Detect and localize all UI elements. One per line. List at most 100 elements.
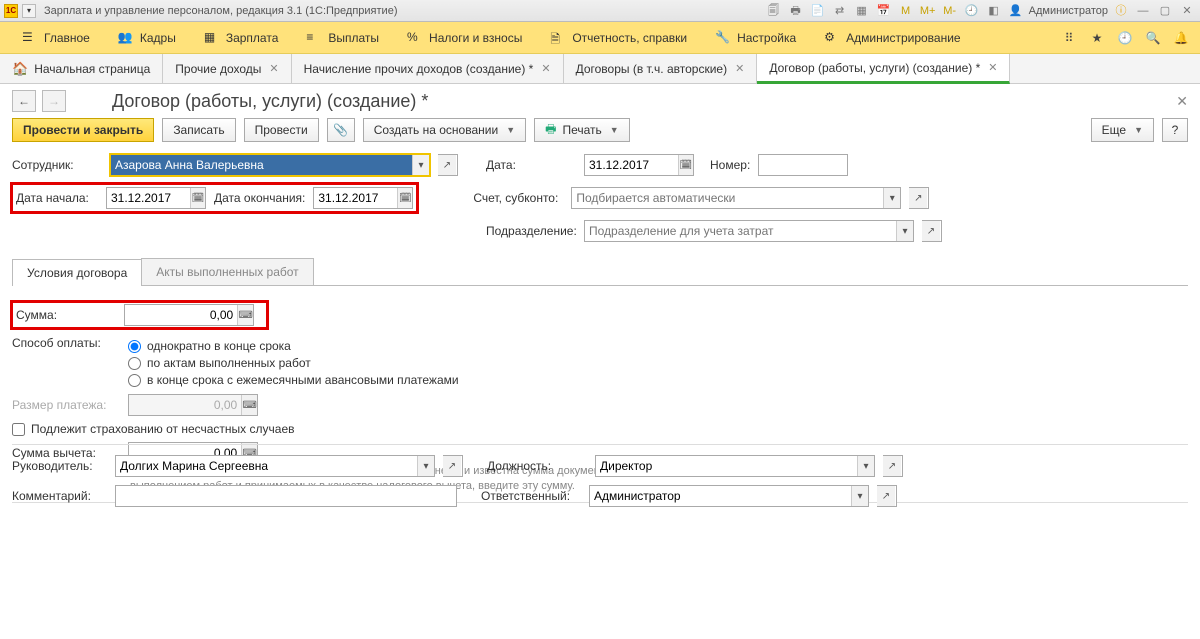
minimize-icon[interactable]: —	[1134, 3, 1152, 19]
employee-field[interactable]	[111, 155, 412, 175]
home-icon: 🏠	[12, 61, 28, 77]
date-end-field[interactable]	[314, 188, 397, 208]
compare-icon[interactable]: ⇄	[831, 3, 849, 19]
more-button[interactable]: Еще▼	[1091, 118, 1154, 142]
attach-button[interactable]: 📎	[327, 118, 355, 142]
pay-option-advance[interactable]: в конце срока с ежемесячными авансовыми …	[128, 373, 459, 387]
tab-other-income[interactable]: Прочие доходы✕	[163, 54, 291, 83]
page-close-icon[interactable]: ✕	[1176, 93, 1188, 110]
position-field[interactable]	[596, 456, 857, 476]
close-icon[interactable]: ✕	[735, 62, 744, 75]
menu-salary[interactable]: ▦Зарплата	[190, 22, 293, 53]
resp-input[interactable]: ▾	[589, 485, 869, 507]
close-window-icon[interactable]: ✕	[1178, 3, 1196, 19]
dropdown-icon[interactable]: ▾	[857, 456, 874, 476]
dropdown-icon[interactable]: ▾	[412, 155, 429, 175]
copy-icon[interactable]: 📄	[809, 3, 827, 19]
calc-mminus[interactable]: М-	[941, 3, 959, 19]
menu-taxes[interactable]: %Налоги и взносы	[393, 22, 536, 53]
account-field[interactable]	[572, 188, 883, 208]
bell-icon[interactable]: 🔔	[1170, 27, 1192, 49]
date-start-input[interactable]: 🗓	[106, 187, 206, 209]
menu-main[interactable]: ☰Главное	[8, 22, 104, 53]
dropdown-icon[interactable]: ▾	[896, 221, 913, 241]
tab-conditions[interactable]: Условия договора	[12, 259, 142, 286]
info-icon[interactable]: ⓘ	[1112, 3, 1130, 19]
inner-tabs: Условия договора Акты выполненных работ	[12, 258, 1188, 286]
close-icon[interactable]: ✕	[269, 62, 278, 75]
date-start-field[interactable]	[107, 188, 190, 208]
history-menu-icon[interactable]: 🕘	[1114, 27, 1136, 49]
insurance-checkbox[interactable]: Подлежит страхованию от несчастных случа…	[12, 422, 1188, 436]
employee-input[interactable]: ▾	[110, 154, 430, 176]
tab-contracts[interactable]: Договоры (в т.ч. авторские)✕	[564, 54, 758, 83]
position-input[interactable]: ▾	[595, 455, 875, 477]
table-icon: ▦	[204, 30, 220, 46]
print-button[interactable]: 🖶Печать▼	[534, 118, 630, 142]
dropdown-icon[interactable]: ▾	[851, 486, 868, 506]
nav-forward[interactable]: →	[42, 90, 66, 112]
account-open-button[interactable]: ↗	[909, 187, 929, 209]
head-open-button[interactable]: ↗	[443, 455, 463, 477]
pay-option-once[interactable]: однократно в конце срока	[128, 339, 459, 353]
head-input[interactable]: ▾	[115, 455, 435, 477]
tab-home[interactable]: 🏠Начальная страница	[0, 54, 163, 83]
resp-label: Ответственный:	[481, 489, 581, 503]
tab-contract-create[interactable]: Договор (работы, услуги) (создание) *✕	[757, 54, 1010, 84]
comment-input[interactable]	[115, 485, 457, 507]
date-field[interactable]	[585, 155, 678, 175]
dropdown-icon[interactable]: ▾	[883, 188, 900, 208]
position-label: Должность:	[487, 459, 587, 473]
comment-field[interactable]	[116, 486, 456, 506]
apps-grid-icon[interactable]: ⠿	[1058, 27, 1080, 49]
calendar-icon[interactable]: 🗓	[190, 188, 205, 208]
sum-field[interactable]	[125, 305, 237, 325]
grid-icon[interactable]: ▦	[853, 3, 871, 19]
account-input[interactable]: ▾	[571, 187, 901, 209]
employee-open-button[interactable]: ↗	[438, 154, 458, 176]
tab-acts[interactable]: Акты выполненных работ	[141, 258, 313, 285]
tab-income-accrual[interactable]: Начисление прочих доходов (создание) *✕	[292, 54, 564, 83]
resp-field[interactable]	[590, 486, 851, 506]
pay-option-acts[interactable]: по актам выполненных работ	[128, 356, 459, 370]
menu-admin[interactable]: ⚙Администрирование	[810, 22, 974, 53]
calc-mplus[interactable]: М+	[919, 3, 937, 19]
date-end-input[interactable]: 🗓	[313, 187, 413, 209]
menu-personnel[interactable]: 👥Кадры	[104, 22, 190, 53]
dept-input[interactable]: ▾	[584, 220, 914, 242]
date-input[interactable]: 🗓	[584, 154, 694, 176]
position-open-button[interactable]: ↗	[883, 455, 903, 477]
menu-payments[interactable]: ≡Выплаты	[292, 22, 393, 53]
post-and-close-button[interactable]: Провести и закрыть	[12, 118, 154, 142]
number-field[interactable]	[759, 155, 847, 175]
menu-settings[interactable]: 🔧Настройка	[701, 22, 810, 53]
panel-icon[interactable]: ◧	[985, 3, 1003, 19]
resp-open-button[interactable]: ↗	[877, 485, 897, 507]
dept-open-button[interactable]: ↗	[922, 220, 942, 242]
close-icon[interactable]: ✕	[988, 61, 997, 74]
calc-m[interactable]: М	[897, 3, 915, 19]
help-button[interactable]: ?	[1162, 118, 1188, 142]
close-icon[interactable]: ✕	[541, 62, 550, 75]
number-input[interactable]	[758, 154, 848, 176]
post-button[interactable]: Провести	[244, 118, 319, 142]
dept-field[interactable]	[585, 221, 896, 241]
calendar-icon[interactable]: 🗓	[678, 155, 693, 175]
create-on-basis-button[interactable]: Создать на основании▼	[363, 118, 526, 142]
history-icon[interactable]: 🕘	[963, 3, 981, 19]
sum-input[interactable]: ⌨	[124, 304, 254, 326]
calendar-icon[interactable]: 📅	[875, 3, 893, 19]
dropdown-icon[interactable]: ▾	[417, 456, 434, 476]
favorite-icon[interactable]: ★	[1086, 27, 1108, 49]
head-field[interactable]	[116, 456, 417, 476]
nav-back[interactable]: ←	[12, 90, 36, 112]
print-icon[interactable]: 🖶	[787, 3, 805, 19]
maximize-icon[interactable]: ▢	[1156, 3, 1174, 19]
print-preview-icon[interactable]: 🗐	[765, 3, 783, 19]
search-icon[interactable]: 🔍	[1142, 27, 1164, 49]
calendar-icon[interactable]: 🗓	[397, 188, 412, 208]
menu-reports[interactable]: 🗎Отчетность, справки	[536, 22, 701, 53]
app-menu-dropdown[interactable]: ▾	[22, 4, 36, 18]
calculator-icon[interactable]: ⌨	[237, 305, 253, 325]
write-button[interactable]: Записать	[162, 118, 235, 142]
